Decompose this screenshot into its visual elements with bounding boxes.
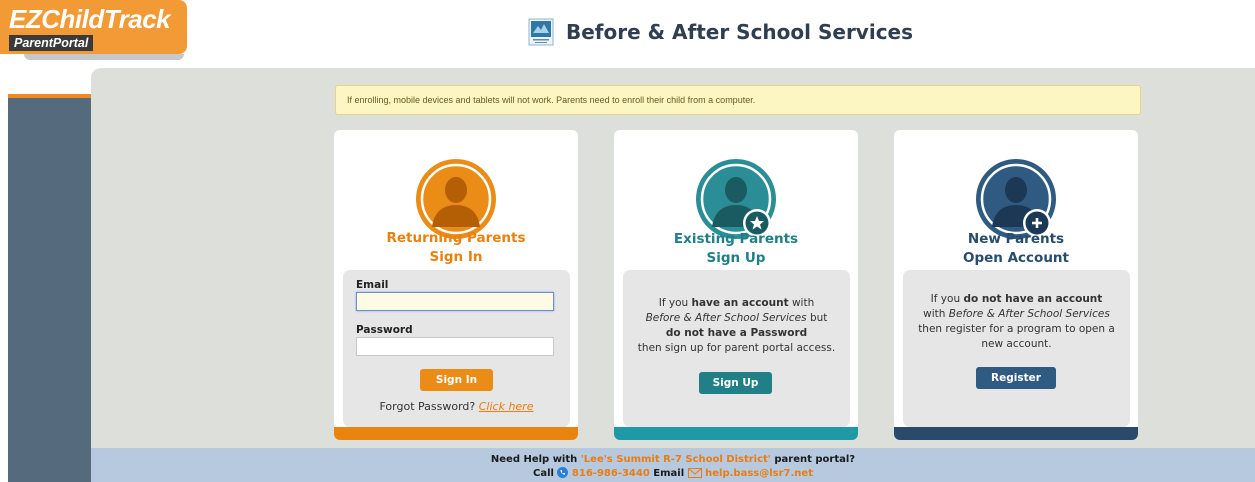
email-link[interactable]: help.bass@lsr7.net: [705, 468, 813, 479]
desc-bold: do not have an account: [963, 293, 1103, 305]
footer-help-line: Need Help with 'Lee's Summit R-7 School …: [91, 454, 1255, 465]
card-bottom-bar: [894, 427, 1138, 440]
existing-parent-avatar-icon: [696, 159, 776, 239]
footer-text: parent portal?: [770, 454, 856, 465]
desc-bold: do not have a Password: [665, 327, 808, 339]
logo-shadow: [24, 54, 184, 60]
returning-parents-card: Returning Parents Sign In Email Password…: [334, 130, 578, 440]
footer-contact-line: Call 816-986-3440 Email help.bass@lsr7.n…: [91, 467, 1255, 479]
forgot-password-link[interactable]: Click here: [479, 400, 534, 413]
sign-up-description: If you have an account with Before & Aft…: [631, 296, 842, 356]
password-label: Password: [356, 324, 413, 336]
phone-icon: [557, 467, 569, 478]
desc-text: then register for a program to open a ne…: [918, 323, 1115, 350]
forgot-password-row: Forgot Password? Click here: [343, 400, 570, 413]
forgot-password-text: Forgot Password?: [379, 400, 476, 413]
call-label: Call: [533, 468, 554, 479]
register-description: If you do not have an account with Befor…: [911, 292, 1122, 352]
sign-in-button[interactable]: Sign In: [420, 369, 493, 391]
header: Before & After School Services: [528, 14, 913, 50]
new-parent-avatar-icon: [976, 159, 1056, 239]
help-footer: Need Help with 'Lee's Summit R-7 School …: [91, 448, 1255, 482]
sign-up-button[interactable]: Sign Up: [699, 372, 772, 394]
existing-parents-card: Existing Parents Sign Up If you have an …: [614, 130, 858, 440]
register-panel: If you do not have an account with Befor…: [903, 270, 1130, 427]
phone-link[interactable]: 816-986-3440: [572, 468, 650, 479]
card-bottom-bar: [614, 427, 858, 440]
desc-text: then sign up for parent portal access.: [637, 342, 836, 354]
desc-text: but: [806, 312, 828, 324]
enrollment-notice: If enrolling, mobile devices and tablets…: [335, 85, 1141, 115]
register-button[interactable]: Register: [976, 367, 1056, 389]
card-bottom-bar: [334, 427, 578, 440]
desc-italic: Before & After School Services: [645, 312, 807, 324]
email-label: Email: [653, 468, 685, 479]
logo-text-parentportal: ParentPortal: [9, 35, 94, 51]
title-line-1: New Parents: [967, 231, 1065, 247]
existing-parents-title: Existing Parents Sign Up: [614, 230, 858, 268]
ezchildtrack-logo: EZChildTrack ParentPortal: [0, 0, 187, 60]
mail-icon: [687, 468, 702, 478]
sign-in-form: Email Password Sign In Forgot Password? …: [343, 270, 570, 427]
returning-parents-title: Returning Parents Sign In: [334, 229, 578, 267]
email-field[interactable]: [356, 292, 554, 311]
title-line-1: Existing Parents: [673, 231, 799, 247]
logo-text-ezchildtrack: EZChildTrack: [9, 4, 171, 34]
desc-text: If you: [658, 297, 692, 309]
desc-text: If you: [930, 293, 964, 305]
desc-text: with: [788, 297, 815, 309]
password-field[interactable]: [356, 337, 554, 356]
title-line-1: Returning Parents: [386, 230, 526, 246]
new-parents-title: New Parents Open Account: [894, 230, 1138, 268]
desc-italic: Before & After School Services: [948, 308, 1110, 320]
sign-up-panel: If you have an account with Before & Aft…: [623, 270, 850, 427]
title-line-2: Sign Up: [706, 250, 766, 266]
desc-bold: have an account: [691, 297, 789, 309]
footer-text: Need Help with: [490, 454, 581, 465]
title-line-2: Sign In: [429, 249, 483, 265]
page-title: Before & After School Services: [566, 20, 914, 44]
school-icon: [528, 18, 554, 46]
district-name: 'Lee's Summit R-7 School District': [580, 454, 771, 465]
email-label: Email: [356, 279, 389, 291]
new-parents-card: New Parents Open Account If you do not h…: [894, 130, 1138, 440]
title-line-2: Open Account: [962, 250, 1069, 266]
desc-text: with: [923, 308, 949, 320]
left-sidebar-strip: [8, 94, 91, 482]
